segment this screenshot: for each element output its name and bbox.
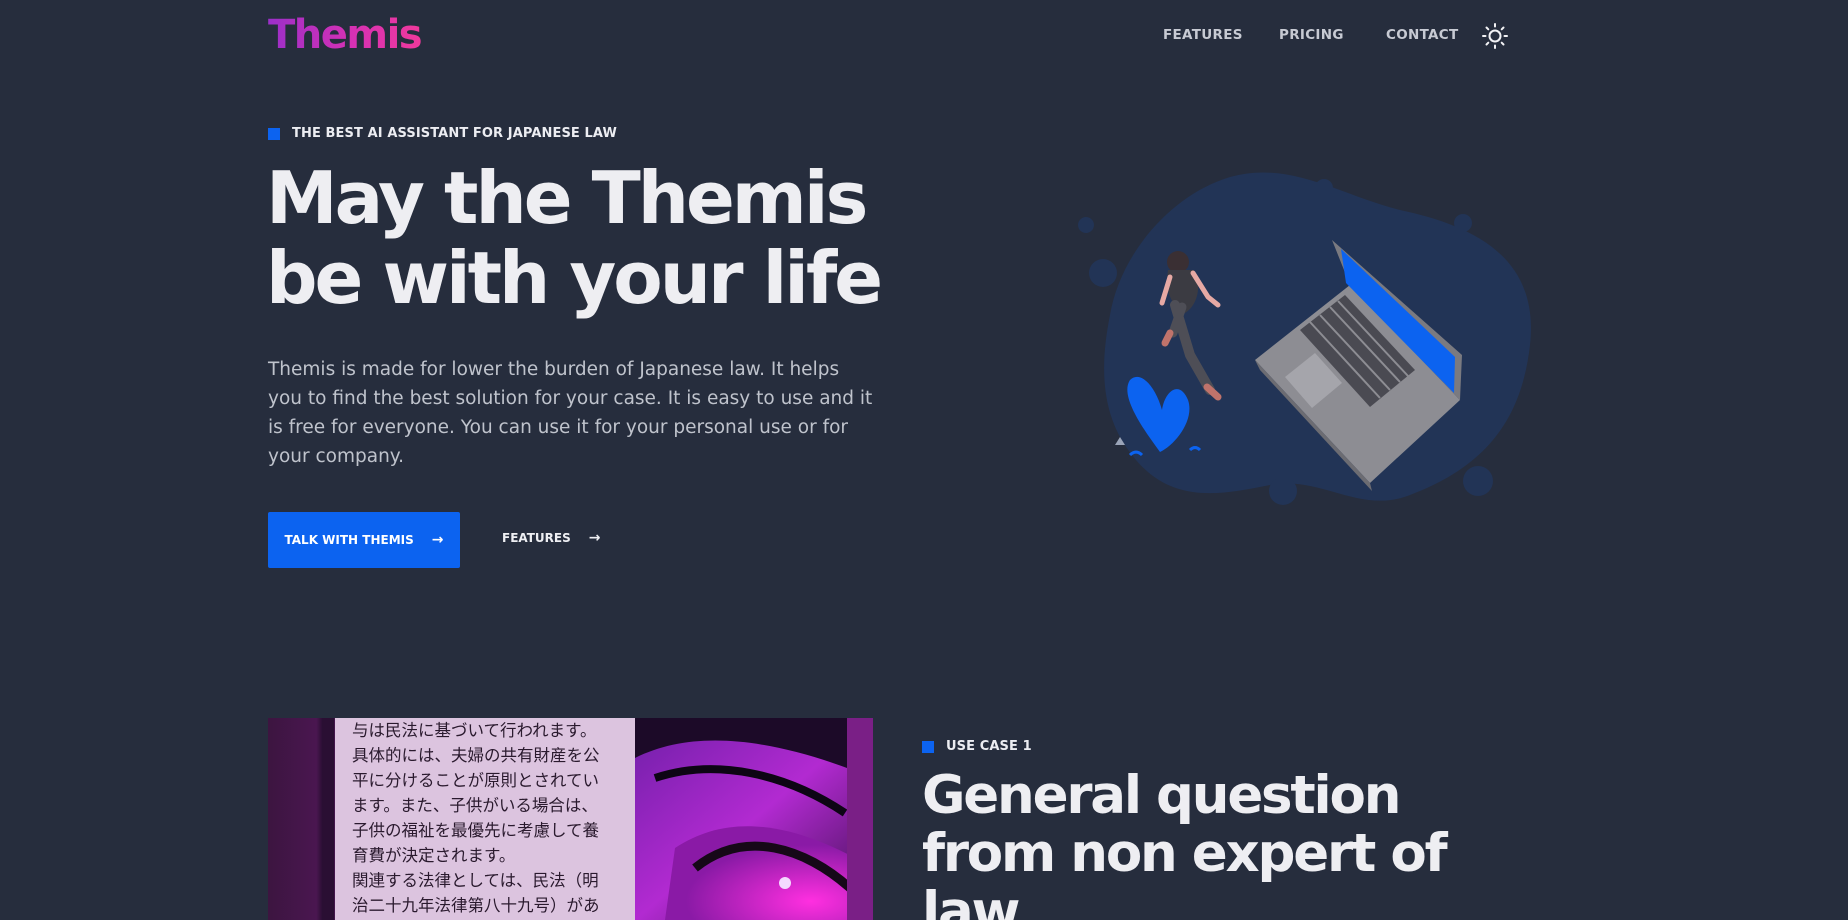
hero-title-line2: be with your life <box>266 236 883 320</box>
hero-eyebrow-text: THE BEST AI ASSISTANT FOR JAPANESE LAW <box>292 126 617 141</box>
nav-link-features[interactable]: FEATURES <box>1163 27 1243 43</box>
features-link-button[interactable]: FEATURES → <box>502 528 601 548</box>
anime-eye-artwork <box>635 718 873 920</box>
talk-with-themis-label: TALK WITH THEMIS <box>284 533 414 547</box>
talk-with-themis-button[interactable]: TALK WITH THEMIS → <box>268 512 460 568</box>
hero-description: Themis is made for lower the burden of J… <box>268 359 873 467</box>
logo[interactable]: Themis <box>268 12 423 58</box>
use-case-eyebrow: USE CASE 1 <box>922 739 1032 754</box>
eyebrow-square-icon <box>922 740 934 753</box>
top-nav: Themis FEATURES PRICING CONTACT <box>0 0 1848 72</box>
hero-eyebrow: THE BEST AI ASSISTANT FOR JAPANESE LAW <box>268 126 617 141</box>
use-case-image: 与は民法に基づいて行われます。 具体的には、夫婦の共有財産を公 平に分けることが… <box>268 718 873 920</box>
hero-illustration <box>1070 165 1540 510</box>
use-case-eyebrow-text: USE CASE 1 <box>946 739 1032 754</box>
hero-title: May the Themis be with your life <box>266 158 906 318</box>
nav-link-contact[interactable]: CONTACT <box>1386 27 1459 43</box>
nav-link-pricing[interactable]: PRICING <box>1279 27 1344 43</box>
arrow-right-icon: → <box>588 530 601 546</box>
features-link-label: FEATURES <box>502 531 571 545</box>
sun-icon[interactable] <box>1481 22 1509 50</box>
use-case-title: General question from non expert of law <box>922 765 1448 920</box>
eyebrow-square-icon <box>268 127 280 140</box>
arrow-right-icon: → <box>431 532 444 548</box>
japanese-answer-text: 与は民法に基づいて行われます。 具体的には、夫婦の共有財産を公 平に分けることが… <box>335 718 635 920</box>
hero-title-line1: May the Themis <box>266 156 868 240</box>
